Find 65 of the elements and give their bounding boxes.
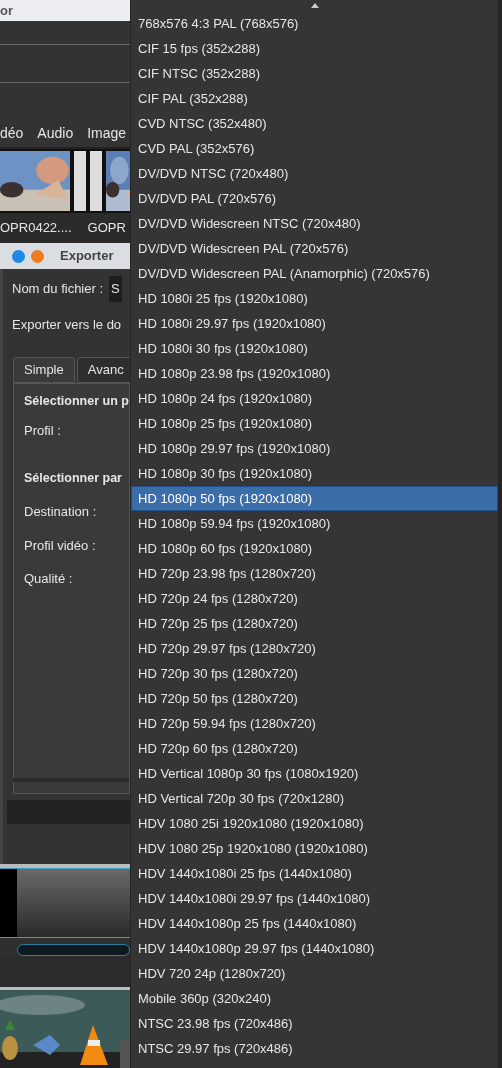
field-label: Profil : <box>24 421 62 440</box>
menu-item[interactable]: DV/DVD NTSC (720x480) <box>131 161 498 186</box>
menu-item[interactable]: CVD PAL (352x576) <box>131 136 498 161</box>
section-heading: Sélectionner un p <box>24 393 129 410</box>
tab[interactable]: Avanc <box>76 357 130 383</box>
menu-item[interactable]: HD 720p 30 fps (1280x720) <box>131 661 498 686</box>
film-strip-icon <box>74 151 86 211</box>
menu-item[interactable]: DV/DVD PAL (720x576) <box>131 186 498 211</box>
menu-item[interactable]: HDV 1080 25p 1920x1080 (1920x1080) <box>131 836 498 861</box>
menu-item[interactable]: HD 1080p 59.94 fps (1920x1080) <box>131 511 498 536</box>
menu-item[interactable]: HD 720p 59.94 fps (1280x720) <box>131 711 498 736</box>
window-title: or <box>0 0 130 21</box>
menu-item[interactable]: HD 1080p 29.97 fps (1920x1080) <box>131 436 498 461</box>
menu-item[interactable]: CIF NTSC (352x288) <box>131 61 498 86</box>
menu-item[interactable]: HD 1080i 29.97 fps (1920x1080) <box>131 311 498 336</box>
menu-item[interactable]: HD 1080p 23.98 fps (1920x1080) <box>131 361 498 386</box>
menu-item[interactable]: HD 720p 23.98 fps (1280x720) <box>131 561 498 586</box>
menu-item[interactable]: CIF 15 fps (352x288) <box>131 36 498 61</box>
tab[interactable]: déo <box>0 123 24 144</box>
menu-item[interactable]: HDV 720 24p (1280x720) <box>131 961 498 986</box>
clip-label: GOPR <box>87 219 126 238</box>
window-button-icon[interactable] <box>12 249 25 263</box>
filename-field[interactable]: S <box>109 276 122 302</box>
scroll-up-arrow-icon[interactable] <box>310 3 319 8</box>
dialog-title: Exporter <box>60 247 114 266</box>
menu-item[interactable]: HDV 1440x1080p 29.97 fps (1440x1080) <box>131 936 498 961</box>
tab[interactable]: Audio <box>37 123 74 144</box>
field-label: Profil vidéo : <box>24 536 97 555</box>
menu-item[interactable]: HD 1080p 50 fps (1920x1080) <box>131 486 498 511</box>
menu-item[interactable]: DV/DVD Widescreen PAL (Anamorphic) (720x576) <box>131 261 498 286</box>
menu-item[interactable]: HD 1080p 24 fps (1920x1080) <box>131 386 498 411</box>
tab[interactable]: Simple <box>13 357 75 383</box>
timeline-scrollbar[interactable] <box>17 944 130 956</box>
tab[interactable]: Image <box>87 123 127 144</box>
field-label: Nom du fichier : <box>12 280 104 299</box>
menu-item[interactable]: HDV 1080 25i 1920x1080 (1920x1080) <box>131 811 498 836</box>
menu-item[interactable]: HD 1080i 25 fps (1920x1080) <box>131 286 498 311</box>
menu-item[interactable]: HD Vertical 720p 30 fps (720x1280) <box>131 786 498 811</box>
menu-item[interactable]: CVD NTSC (352x480) <box>131 111 498 136</box>
field-label: Qualité : <box>24 570 74 588</box>
menu-item[interactable]: HD 720p 24 fps (1280x720) <box>131 586 498 611</box>
menu-item[interactable]: HD 1080p 30 fps (1920x1080) <box>131 461 498 486</box>
menu-item[interactable]: HD 1080p 25 fps (1920x1080) <box>131 411 498 436</box>
menu-item[interactable]: HD Vertical 1080p 30 fps (1080x1920) <box>131 761 498 786</box>
field-label: Destination : <box>24 503 98 521</box>
film-strip-icon <box>90 151 102 211</box>
menu-item[interactable]: CIF PAL (352x288) <box>131 86 498 111</box>
clip-label: OPR0422.... <box>0 219 72 238</box>
menu-item[interactable]: DV/DVD Widescreen NTSC (720x480) <box>131 211 498 236</box>
menu-item[interactable]: HD 1080p 60 fps (1920x1080) <box>131 536 498 561</box>
menu-item[interactable]: DV/DVD Widescreen PAL (720x576) <box>131 236 498 261</box>
menu-item[interactable]: HDV 1440x1080p 25 fps (1440x1080) <box>131 911 498 936</box>
menu-item[interactable]: HDV 1440x1080i 25 fps (1440x1080) <box>131 861 498 886</box>
menu-item[interactable]: NTSC 23.98 fps (720x486) <box>131 1011 498 1036</box>
menu-item[interactable]: HD 720p 60 fps (1280x720) <box>131 736 498 761</box>
menu-item[interactable]: 768x576 4:3 PAL (768x576) <box>131 11 498 36</box>
field-label: Exporter vers le do <box>12 316 122 335</box>
menu-item[interactable]: Mobile 360p (320x240) <box>131 986 498 1011</box>
menu-item[interactable]: HD 720p 50 fps (1280x720) <box>131 686 498 711</box>
menu-item[interactable]: HD 720p 25 fps (1280x720) <box>131 611 498 636</box>
menu-item[interactable]: HD 720p 29.97 fps (1280x720) <box>131 636 498 661</box>
menu-item[interactable]: HDV 1440x1080i 29.97 fps (1440x1080) <box>131 886 498 911</box>
menu-item[interactable]: HD 1080i 30 fps (1920x1080) <box>131 336 498 361</box>
menu-item[interactable]: NTSC 29.97 fps (720x486) <box>131 1036 498 1061</box>
section-heading: Sélectionner par <box>24 470 123 488</box>
